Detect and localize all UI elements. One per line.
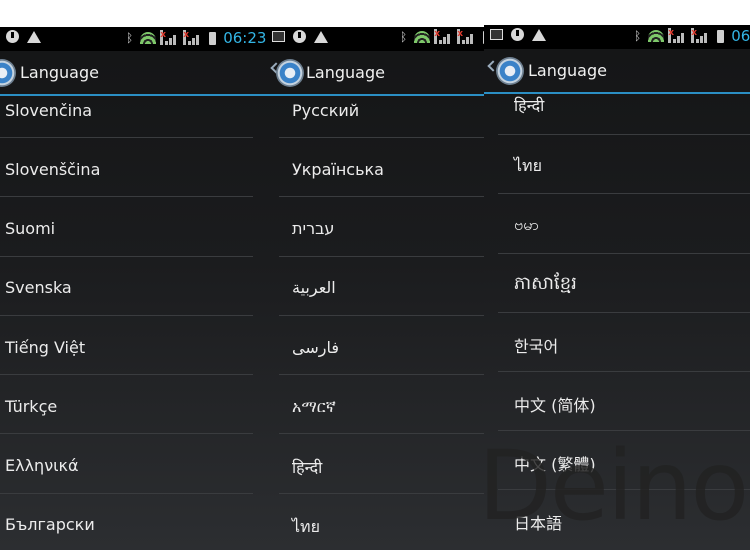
action-bar[interactable]: Language bbox=[0, 51, 266, 96]
divider bbox=[498, 193, 750, 194]
signal-icon: x bbox=[434, 28, 453, 44]
battery-icon bbox=[209, 31, 217, 45]
language-item[interactable]: Suomi bbox=[5, 219, 55, 238]
status-bar: ᛒ x x bbox=[266, 27, 484, 51]
clock: 06:23 bbox=[223, 29, 266, 47]
action-bar[interactable]: Language bbox=[266, 51, 484, 96]
action-bar-title: Language bbox=[20, 63, 99, 82]
settings-screen-2: ᛒ x x Language Русский Українська עברית … bbox=[266, 27, 484, 550]
picture-icon bbox=[272, 31, 285, 42]
signal-icon-2: x bbox=[183, 29, 202, 45]
language-item[interactable]: עברית bbox=[292, 219, 334, 238]
divider bbox=[279, 315, 484, 316]
divider bbox=[279, 196, 484, 197]
language-item[interactable]: Svenska bbox=[5, 278, 72, 297]
wifi-icon bbox=[648, 30, 665, 42]
language-item[interactable]: ไทย bbox=[514, 154, 542, 179]
divider bbox=[0, 256, 253, 257]
divider bbox=[498, 371, 750, 372]
language-item[interactable]: Slovenčina bbox=[5, 101, 92, 120]
language-item[interactable]: Українська bbox=[292, 160, 384, 179]
divider bbox=[279, 433, 484, 434]
signal-icon: x bbox=[668, 27, 687, 43]
divider bbox=[279, 493, 484, 494]
bluetooth-icon: ᛒ bbox=[126, 31, 134, 45]
signal-icon: x bbox=[160, 29, 179, 45]
language-item[interactable]: हिन्दी bbox=[292, 456, 322, 478]
alert-icon bbox=[511, 28, 524, 41]
action-bar-title: Language bbox=[528, 61, 607, 80]
clock: 06 bbox=[731, 27, 750, 45]
status-bar: ᛒ x x 06:23 bbox=[0, 27, 266, 51]
language-item[interactable]: فارسی bbox=[292, 338, 339, 357]
warning-icon bbox=[314, 30, 328, 43]
warning-icon bbox=[27, 30, 41, 43]
language-item[interactable]: हिन्दी bbox=[514, 94, 544, 116]
divider bbox=[0, 137, 253, 138]
language-item[interactable]: Български bbox=[5, 515, 95, 534]
divider bbox=[0, 493, 253, 494]
language-item[interactable]: Türkçe bbox=[5, 397, 57, 416]
language-item[interactable]: ไทย bbox=[292, 515, 320, 540]
divider bbox=[279, 137, 484, 138]
divider bbox=[279, 374, 484, 375]
language-item[interactable]: العربية bbox=[292, 278, 336, 297]
watermark-text: Deino bbox=[478, 430, 749, 542]
language-item[interactable]: Slovenščina bbox=[5, 160, 100, 179]
settings-gear-icon[interactable] bbox=[496, 57, 524, 85]
signal-icon-2: x bbox=[457, 28, 476, 44]
alert-icon bbox=[6, 30, 19, 43]
language-item[interactable]: አማርኛ bbox=[292, 397, 336, 417]
action-bar-title: Language bbox=[306, 63, 385, 82]
picture-icon bbox=[490, 29, 503, 40]
signal-icon-2: x bbox=[691, 27, 710, 43]
language-item[interactable]: ဗမာ bbox=[514, 214, 539, 238]
divider bbox=[0, 196, 253, 197]
language-item[interactable]: ភាសាខ្មែរ bbox=[514, 271, 577, 298]
settings-screen-1: ᛒ x x 06:23 Language Slovenčina Slovenšč… bbox=[0, 27, 266, 550]
language-item[interactable]: 中文 (简体) bbox=[514, 392, 596, 416]
divider bbox=[0, 433, 253, 434]
settings-gear-icon[interactable] bbox=[0, 59, 16, 87]
warning-icon bbox=[532, 28, 546, 41]
language-item[interactable]: 한국어 bbox=[514, 333, 558, 357]
divider bbox=[498, 312, 750, 313]
settings-gear-icon[interactable] bbox=[276, 59, 304, 87]
wifi-icon bbox=[140, 32, 157, 44]
language-item[interactable]: Tiếng Việt bbox=[5, 338, 85, 357]
battery-icon bbox=[717, 29, 725, 43]
alert-icon bbox=[293, 30, 306, 43]
bluetooth-icon: ᛒ bbox=[400, 30, 408, 44]
divider bbox=[279, 256, 484, 257]
action-bar[interactable]: Language bbox=[484, 49, 750, 94]
status-bar: ᛒ x x 06 bbox=[484, 25, 750, 49]
bluetooth-icon: ᛒ bbox=[634, 29, 642, 43]
divider bbox=[0, 315, 253, 316]
language-item[interactable]: Русский bbox=[292, 101, 359, 120]
divider bbox=[498, 134, 750, 135]
divider bbox=[498, 253, 750, 254]
language-item[interactable]: Ελληνικά bbox=[5, 456, 79, 475]
divider bbox=[0, 374, 253, 375]
wifi-icon bbox=[414, 31, 431, 43]
